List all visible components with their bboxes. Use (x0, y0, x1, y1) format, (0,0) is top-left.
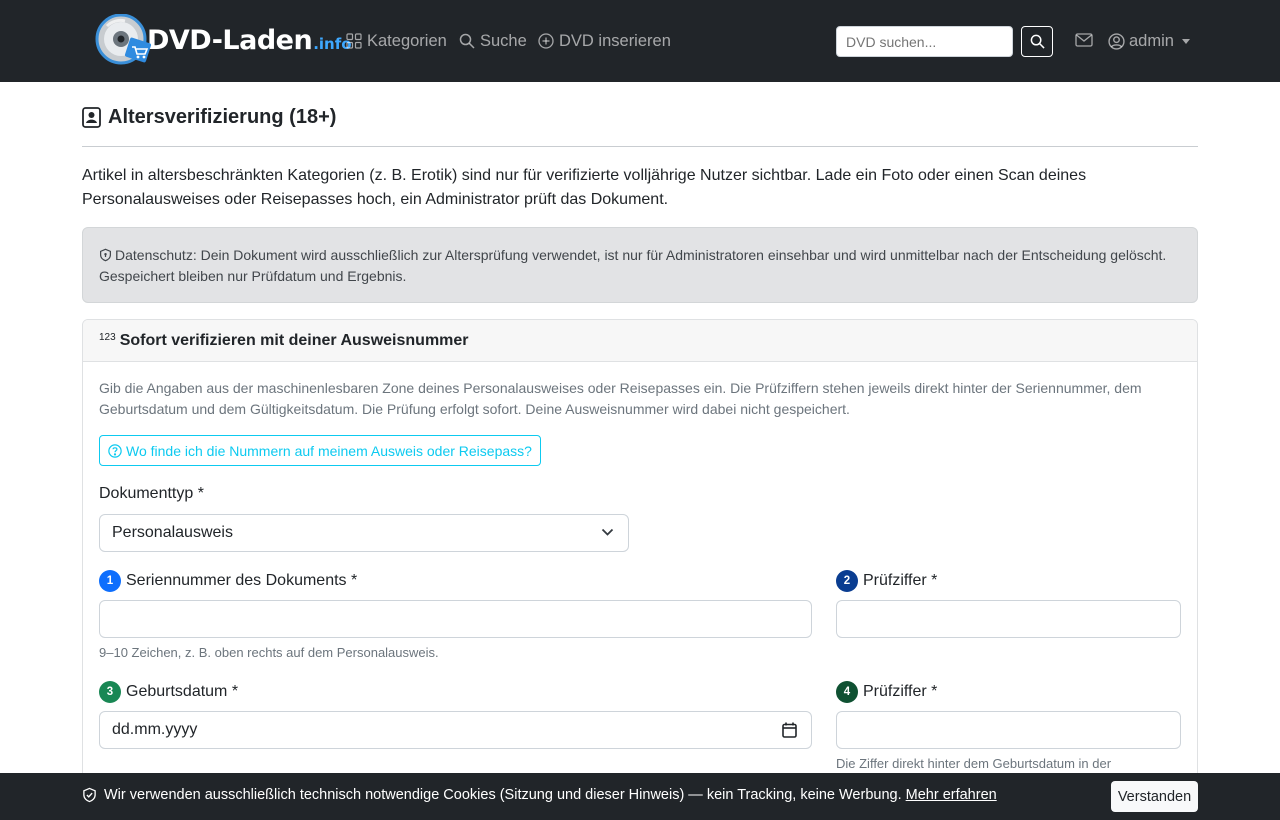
numeric-icon: 123 (99, 332, 116, 343)
intro-text: Artikel in altersbeschränkten Kategorien… (82, 167, 1087, 208)
cookie-banner: Wir verwenden ausschließlich technisch n… (0, 773, 1280, 820)
nav-link-label: Suche (480, 31, 527, 50)
nav-link-suche[interactable]: Suche (459, 30, 527, 52)
serial-number-label: 1 Seriennummer des Dokuments * (99, 570, 357, 592)
dvd-search-input[interactable] (836, 26, 1013, 57)
cookie-accept-button[interactable]: Verstanden (1111, 781, 1198, 812)
check-digit-1-label: 2 Prüfziffer * (836, 570, 937, 592)
messages-link[interactable] (1075, 32, 1093, 53)
privacy-alert-text: Datenschutz: Dein Dokument wird ausschli… (99, 247, 1167, 284)
chevron-down-icon (601, 528, 614, 536)
check-digit-2-help: Die Ziffer direkt hinter dem Geburtsdatu… (836, 756, 1112, 771)
plus-circle-icon (538, 33, 554, 49)
step-badge-4: 4 (836, 681, 858, 703)
document-type-select[interactable]: Personalausweis (99, 514, 629, 552)
check-digit-1-input[interactable] (836, 600, 1181, 638)
verification-card: 123 Sofort verifizieren mit deiner Auswe… (82, 319, 1198, 820)
calendar-icon[interactable] (782, 722, 797, 738)
user-circle-icon (1108, 32, 1125, 50)
search-icon (1030, 34, 1045, 49)
brand-link[interactable]: DVD-Laden .info (95, 13, 352, 66)
check-digit-1-label-text: Prüfziffer * (863, 572, 938, 589)
document-type-label: Dokumenttyp * (99, 485, 204, 502)
search-icon (459, 33, 475, 49)
birthdate-label: 3 Geburtsdatum * (99, 681, 238, 703)
serial-number-input[interactable] (99, 600, 812, 638)
check-digit-2-label-text: Prüfziffer * (863, 683, 938, 700)
step-badge-2: 2 (836, 570, 858, 592)
serial-number-help: 9–10 Zeichen, z. B. oben rechts auf dem … (99, 645, 439, 660)
birthdate-placeholder: dd.mm.yyyy (112, 721, 198, 738)
birthdate-label-text: Geburtsdatum * (126, 683, 239, 700)
nav-link-label: Kategorien (367, 31, 447, 50)
card-description: Gib die Angaben aus der maschinenlesbare… (99, 380, 1142, 417)
help-mrz-button[interactable]: Wo finde ich die Nummern auf meinem Ausw… (99, 435, 541, 466)
page-title-text: Altersverifizierung (18+) (108, 106, 337, 128)
nav-link-dvd-inserieren[interactable]: DVD inserieren (538, 30, 671, 52)
grid-icon (346, 33, 362, 49)
birthdate-input[interactable]: dd.mm.yyyy (99, 711, 812, 749)
question-circle-icon (108, 443, 122, 458)
user-name: admin (1129, 31, 1174, 50)
check-digit-2-label: 4 Prüfziffer * (836, 681, 937, 703)
privacy-alert: Datenschutz: Dein Dokument wird ausschli… (82, 227, 1198, 303)
user-menu-dropdown[interactable]: admin (1108, 30, 1190, 52)
nav-link-kategorien[interactable]: Kategorien (346, 30, 447, 52)
envelope-icon (1075, 33, 1093, 47)
cookie-notice: Wir verwenden ausschließlich technisch n… (82, 787, 997, 803)
dvd-cart-logo-icon (95, 13, 153, 66)
cookie-more-link[interactable]: Mehr erfahren (906, 787, 997, 803)
top-navbar: DVD-Laden .info Kategorien Suche DVD ins… (0, 0, 1280, 82)
document-type-value: Personalausweis (112, 524, 233, 541)
shield-icon (100, 248, 111, 262)
step-badge-3: 3 (99, 681, 121, 703)
card-header: 123 Sofort verifizieren mit deiner Auswe… (83, 320, 1197, 362)
shield-check-icon (83, 787, 96, 803)
title-divider (82, 146, 1198, 147)
step-badge-1: 1 (99, 570, 121, 592)
serial-number-label-text: Seriennummer des Dokuments * (126, 572, 358, 589)
chevron-down-icon (1181, 38, 1190, 44)
page-title: Altersverifizierung (18+) (82, 106, 336, 129)
search-button[interactable] (1021, 26, 1053, 57)
id-badge-icon (82, 107, 101, 128)
help-button-label: Wo finde ich die Nummern auf meinem Ausw… (126, 442, 532, 459)
brand-name: DVD-Laden (147, 24, 313, 56)
check-digit-2-input[interactable] (836, 711, 1181, 749)
card-title: Sofort verifizieren mit deiner Ausweisnu… (119, 331, 469, 349)
cookie-notice-text: Wir verwenden ausschließlich technisch n… (104, 787, 902, 803)
nav-link-label: DVD inserieren (559, 31, 671, 50)
